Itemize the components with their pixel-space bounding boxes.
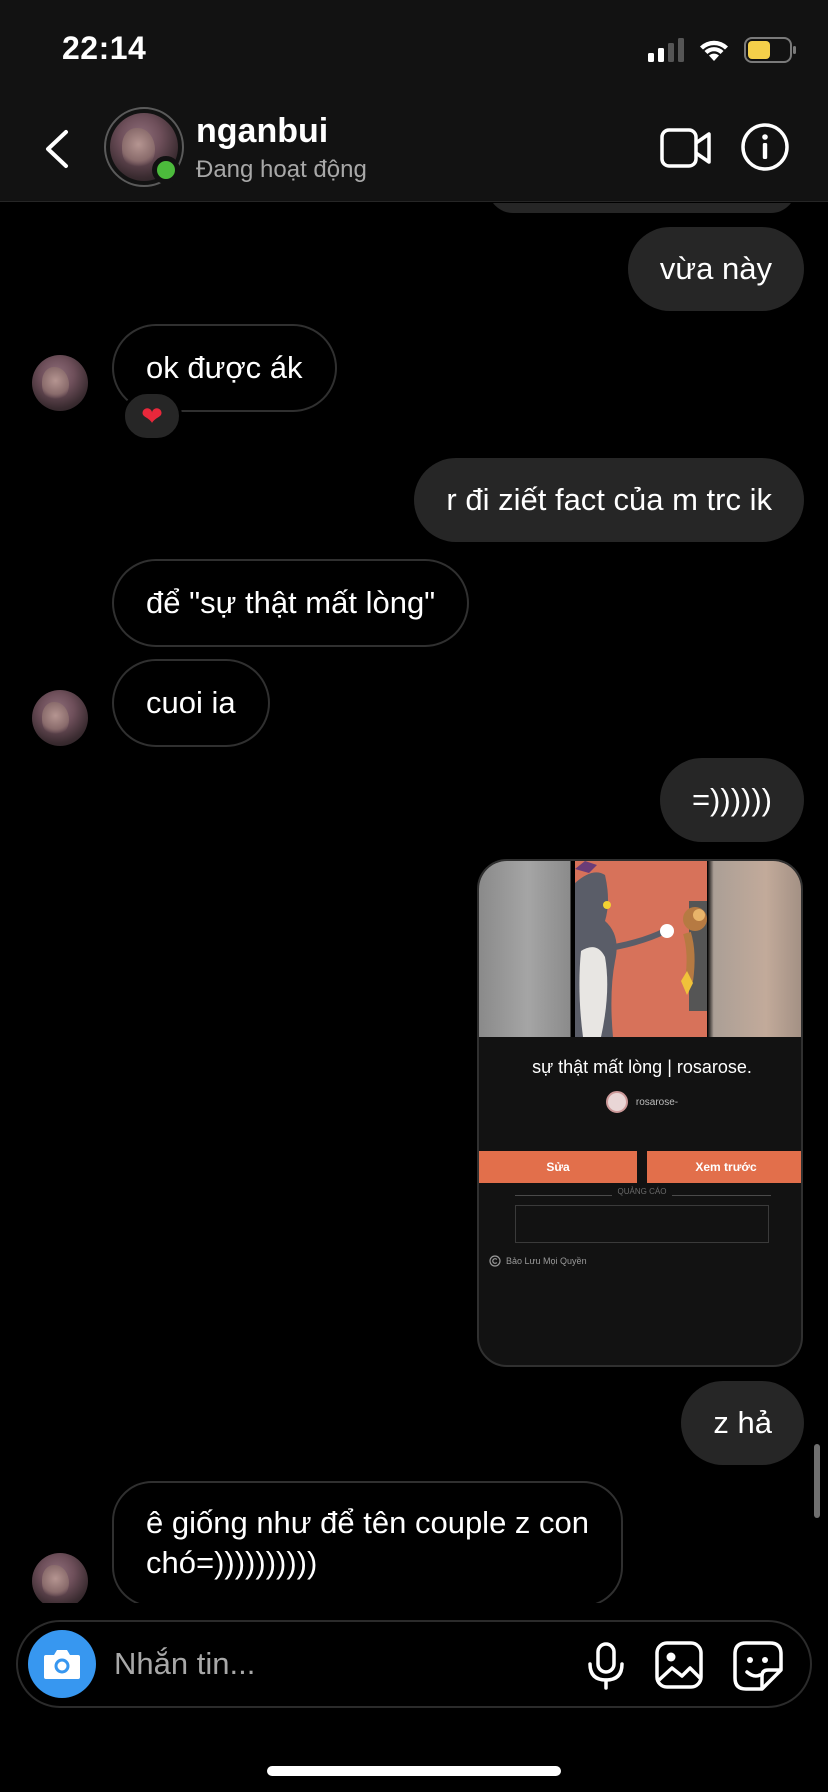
- sender-avatar: [32, 1553, 88, 1603]
- online-indicator: [152, 156, 180, 184]
- card-ad-slot: [515, 1205, 769, 1243]
- cartoon-illustration: [575, 861, 707, 1037]
- cellular-signal-icon: [648, 38, 684, 62]
- copyright-icon: [489, 1255, 501, 1267]
- sticker-icon: [733, 1641, 783, 1691]
- image-icon: [655, 1641, 703, 1689]
- back-button[interactable]: [38, 124, 78, 174]
- heart-reaction[interactable]: ❤: [122, 391, 182, 441]
- sender-avatar: [32, 690, 88, 746]
- sticker-button[interactable]: [732, 1640, 784, 1692]
- message-bubble-incoming[interactable]: cuoi ia: [112, 659, 270, 747]
- contact-name[interactable]: nganbui: [196, 112, 328, 151]
- wifi-icon: [700, 40, 728, 61]
- message-composer: [16, 1620, 812, 1708]
- message-thread[interactable]: vừa này ok được ák ❤ r đi ziết fact của …: [0, 203, 828, 1603]
- battery-icon: [744, 37, 796, 63]
- heart-icon: ❤: [141, 400, 163, 431]
- card-author-avatar: [605, 1091, 628, 1113]
- card-title: sự thật mất lòng | rosarose.: [532, 1057, 752, 1077]
- camera-icon: [44, 1650, 80, 1679]
- shared-link-card[interactable]: sự thật mất lòng | rosarose. rosarose- S…: [477, 859, 803, 1367]
- microphone-icon: [588, 1642, 624, 1690]
- message-bubble-outgoing[interactable]: =)))))): [659, 758, 804, 842]
- message-bubble-outgoing[interactable]: r đi ziết fact của m trc ik: [414, 458, 804, 542]
- video-call-button[interactable]: [660, 126, 712, 170]
- voice-message-button[interactable]: [584, 1642, 628, 1690]
- status-bar: 22:14: [0, 0, 828, 100]
- card-poster-image: [575, 861, 707, 1037]
- sender-avatar: [32, 355, 88, 411]
- camera-button[interactable]: [28, 1630, 96, 1698]
- message-bubble-incoming[interactable]: ê giống như để tên couple z con chó=))))…: [112, 1481, 624, 1603]
- status-icons: [648, 36, 798, 64]
- card-cover-image: [479, 861, 801, 1037]
- card-ad-label: QUẢNG CÁO: [479, 1187, 801, 1196]
- card-footer: Bảo Lưu Mọi Quyền: [489, 1255, 587, 1267]
- card-preview-button[interactable]: Xem trước: [647, 1151, 801, 1183]
- message-text-line: ê giống như để tên couple z con: [146, 1505, 590, 1540]
- card-footer-text: Bảo Lưu Mọi Quyền: [506, 1256, 587, 1266]
- message-bubble-incoming[interactable]: để "sự thật mất lòng": [112, 559, 470, 647]
- card-author: rosarose-: [479, 1091, 801, 1113]
- card-author-name: rosarose-: [635, 1096, 679, 1108]
- info-button[interactable]: [740, 122, 790, 172]
- chevron-left-icon: [46, 130, 68, 168]
- card-edit-button[interactable]: Sửa: [479, 1151, 637, 1183]
- message-text-line: chó=)))))))))): [146, 1545, 318, 1580]
- message-bubble-outgoing[interactable]: vừa này: [627, 227, 804, 311]
- contact-activity-status: Đang hoạt động: [196, 156, 367, 183]
- home-indicator[interactable]: [267, 1766, 561, 1776]
- video-camera-icon: [660, 128, 711, 168]
- message-bubble-partial: [488, 203, 796, 213]
- message-input[interactable]: [114, 1638, 494, 1690]
- thread-scrollbar[interactable]: [814, 1444, 820, 1518]
- message-bubble-outgoing[interactable]: z hả: [681, 1381, 804, 1465]
- chat-header: nganbui Đang hoạt động: [0, 100, 828, 202]
- info-icon: [741, 123, 789, 171]
- status-time: 22:14: [62, 30, 147, 66]
- gallery-button[interactable]: [654, 1640, 704, 1690]
